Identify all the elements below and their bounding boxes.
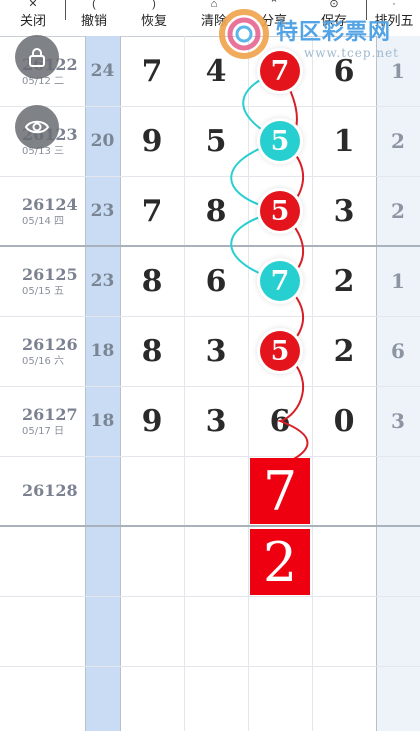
redo-button[interactable]: ) 恢复 xyxy=(124,0,184,36)
watermark-url: www.tcep.net xyxy=(304,46,399,60)
draw-history-grid: 26122 05/12 二 24 7 4 6 1 26123 05/13 三 2… xyxy=(0,36,420,731)
prediction-box[interactable]: 7 xyxy=(250,458,310,524)
trend-lines xyxy=(230,70,309,462)
eye-icon xyxy=(24,120,50,134)
site-logo-icon xyxy=(219,9,269,59)
close-button[interactable]: ✕ 关闭 xyxy=(3,0,63,36)
undo-icon: ( xyxy=(92,0,96,10)
marked-ball[interactable]: 5 xyxy=(260,191,300,231)
prediction-box[interactable]: 2 xyxy=(250,529,310,595)
watermark-title: 特区彩票网 xyxy=(276,20,392,45)
redo-icon: ) xyxy=(152,0,156,10)
undo-button[interactable]: ( 撤销 xyxy=(64,0,124,36)
watermark: 特区彩票网 www.tcep.net xyxy=(218,8,418,70)
marked-ball[interactable]: 5 xyxy=(260,331,300,371)
lock-icon xyxy=(29,48,45,67)
view-button[interactable] xyxy=(15,105,59,149)
lock-button[interactable] xyxy=(15,35,59,79)
close-icon: ✕ xyxy=(28,0,38,10)
marked-ball[interactable]: 5 xyxy=(260,121,300,161)
marked-ball[interactable]: 7 xyxy=(260,261,300,301)
